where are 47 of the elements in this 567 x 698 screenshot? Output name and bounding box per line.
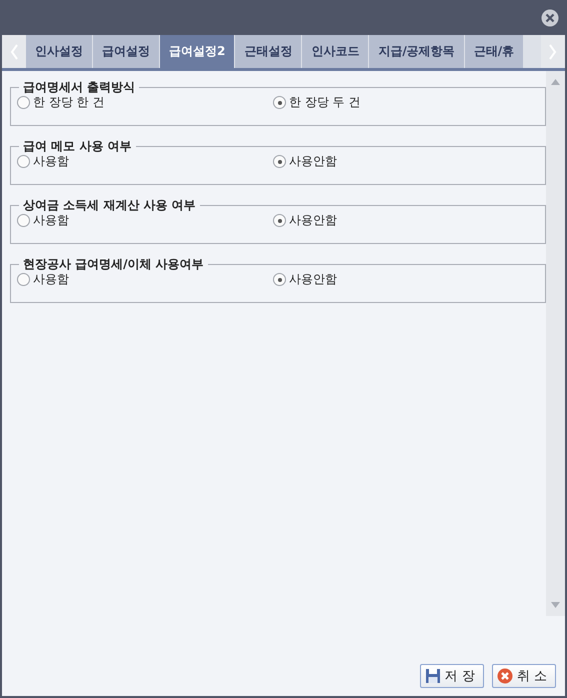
option-label: 사용안함 <box>289 271 337 288</box>
radio-button[interactable] <box>17 214 30 227</box>
radio-option[interactable]: 사용함 <box>17 271 273 288</box>
radio-button[interactable] <box>273 273 286 286</box>
scroll-up-icon[interactable] <box>551 79 560 85</box>
group-title: 현장공사 급여명세/이체 사용여부 <box>22 256 205 273</box>
option-label: 사용함 <box>33 271 69 288</box>
group-title: 급여 메모 사용 여부 <box>22 138 133 155</box>
option-label: 한 장당 두 건 <box>289 94 360 111</box>
radio-button[interactable] <box>273 214 286 227</box>
save-button[interactable]: 저 장 <box>420 664 484 688</box>
radio-option[interactable]: 사용안함 <box>273 271 537 288</box>
option-label: 사용안함 <box>289 153 337 170</box>
radio-button[interactable] <box>17 155 30 168</box>
tab[interactable]: 근태설정 <box>235 35 302 68</box>
chevron-left-icon <box>9 42 19 60</box>
tab[interactable]: 인사설정 <box>26 35 92 68</box>
tab[interactable]: 근태/휴 <box>464 35 524 68</box>
radio-option[interactable]: 사용함 <box>17 153 273 170</box>
tab[interactable]: 인사코드 <box>302 35 368 68</box>
scrollbar[interactable] <box>546 71 565 616</box>
radio-option[interactable]: 사용안함 <box>273 212 537 229</box>
radio-button[interactable] <box>17 96 30 109</box>
group-title: 상여금 소득세 재계산 사용 여부 <box>22 197 197 214</box>
scroll-right-button[interactable] <box>541 35 565 68</box>
option-label: 사용함 <box>33 212 69 229</box>
radio-button[interactable] <box>17 273 30 286</box>
radio-option[interactable]: 한 장당 두 건 <box>273 94 537 111</box>
radio-option[interactable]: 한 장당 한 건 <box>17 94 273 111</box>
close-button[interactable] <box>541 8 559 26</box>
option-label: 한 장당 한 건 <box>33 94 104 111</box>
tab[interactable]: 급여설정 <box>93 35 159 68</box>
scroll-down-icon[interactable] <box>551 602 560 608</box>
option-label: 사용함 <box>33 153 69 170</box>
radio-button[interactable] <box>273 96 286 109</box>
scroll-left-button[interactable] <box>2 35 26 68</box>
tab[interactable]: 급여설정2 <box>160 35 234 68</box>
radio-option[interactable]: 사용안함 <box>273 153 537 170</box>
option-label: 사용안함 <box>289 212 337 229</box>
radio-button[interactable] <box>273 155 286 168</box>
cancel-icon <box>496 668 513 684</box>
group-title: 급여명세서 출력방식 <box>22 79 136 96</box>
close-icon <box>541 8 559 26</box>
chevron-right-icon <box>548 42 558 60</box>
cancel-button[interactable]: 취 소 <box>492 664 556 688</box>
tab[interactable]: 지급/공제항목 <box>369 35 464 68</box>
radio-option[interactable]: 사용함 <box>17 212 273 229</box>
